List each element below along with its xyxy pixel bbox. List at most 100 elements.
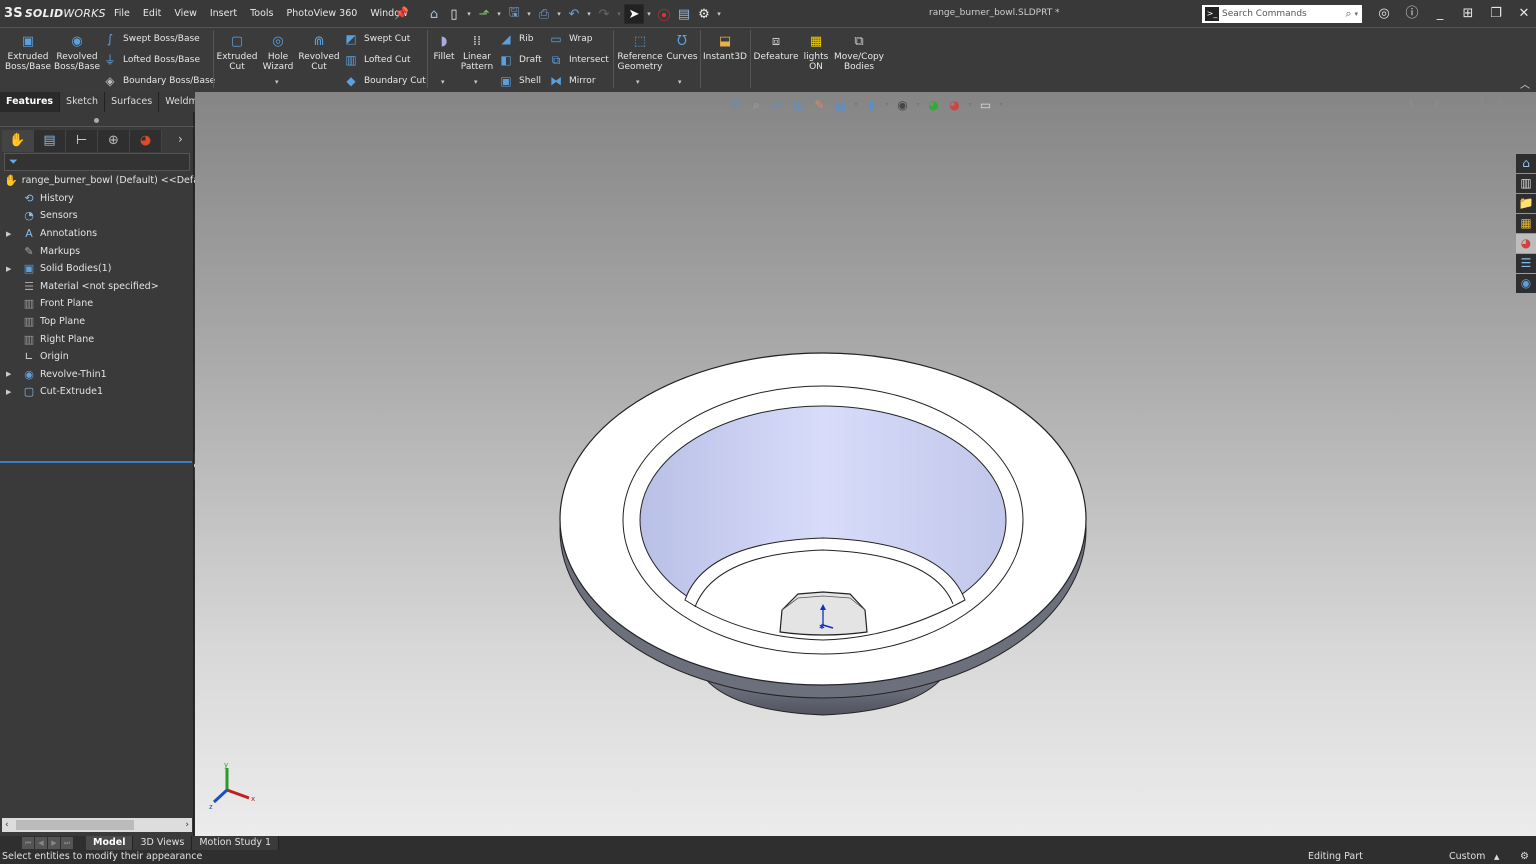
- doc-restore-icon[interactable]: ❐: [1468, 98, 1490, 109]
- section-view-icon[interactable]: ◫: [788, 96, 809, 114]
- swept-boss-button[interactable]: ∫ Swept Boss/Base: [102, 30, 200, 48]
- view-palette-icon[interactable]: ▦: [1516, 214, 1536, 233]
- lofted-boss-button[interactable]: ⏚ Lofted Boss/Base: [102, 51, 200, 69]
- tree-item-front-plane[interactable]: ▥ Front Plane: [0, 295, 194, 313]
- open-dropdown[interactable]: ▾: [494, 10, 504, 18]
- defeature-button[interactable]: ⧈ Defeature: [753, 32, 799, 62]
- hide-show-dropdown[interactable]: ▾: [913, 96, 923, 114]
- tab-motion-study-1[interactable]: Motion Study 1: [192, 836, 280, 850]
- previous-view-icon[interactable]: ↩: [767, 96, 788, 114]
- tab-model[interactable]: Model: [86, 836, 134, 850]
- displaymanager-icon[interactable]: ◕: [130, 130, 162, 152]
- new-document-icon[interactable]: ▯: [444, 4, 464, 24]
- draft-button[interactable]: ◧ Draft: [498, 51, 541, 69]
- tree-item-top-plane[interactable]: ▥ Top Plane: [0, 313, 194, 331]
- undo-dropdown[interactable]: ▾: [584, 10, 594, 18]
- graphics-viewport[interactable]: ⚲ ⌕ ↩ ◫ ✎ ▦ ▾ ▮ ▾ ◉ ▾ ◕ ◕ ▾ ▭ ▾ ◧ ◨ _ ❐ ✕: [195, 92, 1536, 836]
- open-icon[interactable]: ⬏: [474, 4, 494, 24]
- save-icon[interactable]: 🖫: [504, 4, 524, 24]
- tree-item-annotations[interactable]: ▶ A Annotations: [0, 225, 194, 243]
- scroll-left-icon[interactable]: ‹: [5, 818, 9, 832]
- display-style-icon[interactable]: ▮: [861, 96, 882, 114]
- rebuild-icon[interactable]: ⦿: [654, 4, 674, 24]
- reference-geometry-button[interactable]: ⬚ Reference Geometry: [616, 32, 664, 72]
- horizontal-scrollbar[interactable]: ‹ ›: [2, 818, 192, 832]
- search-commands-input[interactable]: >_ Search Commands ⌕ ▾: [1202, 5, 1362, 23]
- edit-appearance-icon[interactable]: ◕: [923, 96, 944, 114]
- save-dropdown[interactable]: ▾: [524, 10, 534, 18]
- rebuild-status-icon[interactable]: ⚙: [1520, 850, 1529, 864]
- revolved-boss-button[interactable]: ◉ Revolved Boss/Base: [54, 32, 100, 72]
- lofted-cut-button[interactable]: ▥ Lofted Cut: [343, 51, 410, 69]
- configurationmanager-icon[interactable]: ⊢: [66, 130, 98, 152]
- prev-tab-icon[interactable]: ◀: [35, 837, 47, 849]
- doc-minimize-icon[interactable]: _: [1446, 98, 1468, 109]
- tree-filter-input[interactable]: ⏷: [4, 153, 190, 171]
- collapse-ribbon-icon[interactable]: ︿: [1520, 76, 1530, 91]
- boundary-boss-button[interactable]: ◈ Boundary Boss/Base: [102, 72, 215, 90]
- menu-edit[interactable]: Edit: [143, 8, 161, 19]
- expand-arrow-icon[interactable]: ▶: [6, 265, 16, 273]
- appearances-scenes-icon[interactable]: ◕: [1516, 234, 1536, 253]
- tab-sketch[interactable]: Sketch: [60, 92, 106, 112]
- solidworks-resources-icon[interactable]: ⌂: [1516, 154, 1536, 173]
- solidworks-logo[interactable]: 3S SOLIDWORKS: [4, 6, 106, 21]
- panel-grip-handle[interactable]: [94, 118, 99, 123]
- minimize-icon[interactable]: _: [1426, 4, 1454, 24]
- fillet-button[interactable]: ◗ Fillet: [430, 32, 458, 62]
- unit-system[interactable]: Custom: [1449, 850, 1485, 864]
- tab-3d-views[interactable]: 3D Views: [133, 836, 193, 850]
- instant3d-button[interactable]: ⬓ Instant3D: [703, 32, 747, 62]
- display-style-dropdown[interactable]: ▾: [882, 96, 892, 114]
- undo-icon[interactable]: ↶: [564, 4, 584, 24]
- swept-cut-button[interactable]: ◩ Swept Cut: [343, 30, 410, 48]
- expand-arrow-icon[interactable]: ▶: [6, 230, 16, 238]
- more-tabs-chevron-icon[interactable]: ›: [178, 132, 183, 146]
- search-icon[interactable]: ⌕: [1345, 7, 1351, 21]
- tree-item-history[interactable]: ⟲ History: [0, 190, 194, 208]
- fillet-dropdown[interactable]: ▾: [441, 78, 445, 86]
- view-settings-dropdown[interactable]: ▾: [996, 96, 1006, 114]
- curves-dropdown[interactable]: ▾: [678, 78, 682, 86]
- scroll-right-icon[interactable]: ›: [185, 818, 189, 832]
- expand-arrow-icon[interactable]: ▶: [6, 388, 16, 396]
- reference-geometry-dropdown[interactable]: ▾: [636, 78, 640, 86]
- design-library-icon[interactable]: ▥: [1516, 174, 1536, 193]
- print-icon[interactable]: ⎙: [534, 4, 554, 24]
- featuremanager-icon[interactable]: ✋: [2, 130, 34, 152]
- close-icon[interactable]: ✕: [1510, 4, 1536, 24]
- tree-item-material[interactable]: ☰ Material <not specified>: [0, 278, 194, 296]
- tree-root-part[interactable]: ✋ range_burner_bowl (Default) <<Default>: [0, 172, 219, 190]
- range-burner-bowl-model[interactable]: ✱: [555, 342, 1095, 722]
- doc-close-icon[interactable]: ✕: [1490, 98, 1512, 109]
- wrap-button[interactable]: ▭ Wrap: [548, 30, 592, 48]
- tab-features[interactable]: Features: [0, 92, 61, 112]
- file-properties-icon[interactable]: ▤: [674, 4, 694, 24]
- linear-pattern-button[interactable]: ⁞⁞ Linear Pattern: [460, 32, 494, 72]
- apply-scene-dropdown[interactable]: ▾: [965, 96, 975, 114]
- home-icon[interactable]: ⌂: [424, 4, 444, 24]
- rollback-bar[interactable]: [0, 461, 192, 463]
- menu-insert[interactable]: Insert: [210, 8, 237, 19]
- zoom-to-area-icon[interactable]: ⌕: [746, 96, 767, 114]
- boundary-cut-button[interactable]: ◆ Boundary Cut: [343, 72, 425, 90]
- last-tab-icon[interactable]: ⏭: [61, 837, 73, 849]
- select-dropdown[interactable]: ▾: [644, 10, 654, 18]
- hole-wizard-dropdown[interactable]: ▾: [275, 78, 279, 86]
- intersect-button[interactable]: ⧉ Intersect: [548, 51, 609, 69]
- tree-item-right-plane[interactable]: ▥ Right Plane: [0, 330, 194, 348]
- move-copy-bodies-button[interactable]: ⧉ Move/Copy Bodies: [833, 32, 885, 72]
- solidworks-forum-icon[interactable]: ◉: [1516, 274, 1536, 293]
- search-dropdown-icon[interactable]: ▾: [1354, 10, 1358, 18]
- tree-item-markups[interactable]: ✎ Markups: [0, 242, 194, 260]
- shell-button[interactable]: ▣ Shell: [498, 72, 541, 90]
- custom-properties-icon[interactable]: ☰: [1516, 254, 1536, 273]
- unit-system-dropdown-icon[interactable]: ▲: [1494, 850, 1499, 864]
- zoom-to-fit-icon[interactable]: ⚲: [725, 96, 746, 114]
- hole-wizard-button[interactable]: ◎ Hole Wizard: [260, 32, 296, 72]
- hide-show-icon[interactable]: ◉: [892, 96, 913, 114]
- help-icon[interactable]: ⓘ: [1398, 4, 1426, 24]
- print-dropdown[interactable]: ▾: [554, 10, 564, 18]
- menu-tools[interactable]: Tools: [250, 8, 273, 19]
- propertymanager-icon[interactable]: ▤: [34, 130, 66, 152]
